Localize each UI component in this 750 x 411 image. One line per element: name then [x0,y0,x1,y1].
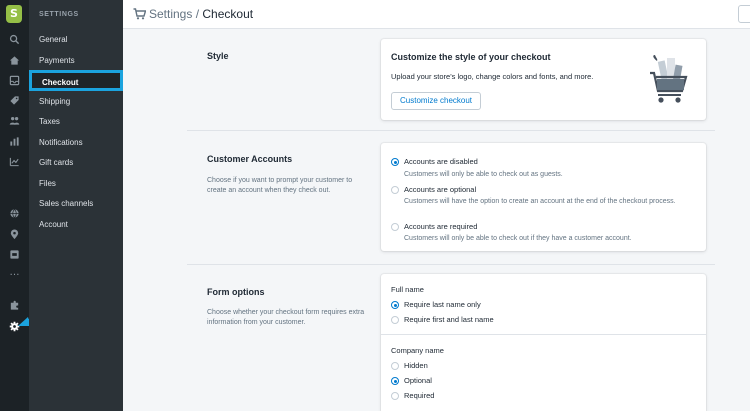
page-title: Checkout [202,7,254,21]
breadcrumb-settings-link[interactable]: Settings [149,7,192,21]
section-divider [187,264,715,265]
shopify-logo-icon[interactable] [6,5,22,23]
company-required-radio[interactable] [391,392,399,400]
accounts-required-help: Customers will only be able to check out… [404,235,632,242]
form-options-card: Full name Require last name only Require… [381,274,706,411]
form-options-description: Choose whether your checkout form requir… [207,309,365,326]
style-card-title: Customize the style of your checkout [391,52,551,62]
customer-accounts-card: Accounts are disabled Customers will onl… [381,143,706,251]
sidebar-item-general[interactable]: General [39,35,67,44]
company-name-label: Company name [391,346,444,355]
company-hidden-radio[interactable] [391,362,399,370]
style-section-title: Style [207,51,229,61]
company-hidden-label: Hidden [404,361,428,370]
app-icon-rail: … [0,0,29,411]
style-card: Customize the style of your checkout Upl… [381,39,706,120]
accounts-required-radio[interactable] [391,223,399,231]
full-name-label: Full name [391,285,424,294]
card-divider [381,334,706,335]
analytics-icon[interactable] [9,136,20,147]
top-bar: Settings / Checkout [123,0,750,29]
require-first-last-name-label: Require first and last name [404,315,494,324]
online-store-globe-icon[interactable] [9,208,20,219]
sidebar-item-payments[interactable]: Payments [39,56,75,65]
buy-button-icon[interactable] [9,249,20,260]
sidebar-item-checkout[interactable]: Checkout [29,70,123,91]
more-dots-icon[interactable]: … [9,267,20,278]
company-required-label: Required [404,391,435,400]
require-last-name-radio[interactable] [391,301,399,309]
company-optional-radio[interactable] [391,377,399,385]
store-icon [133,8,146,20]
search-icon[interactable] [9,34,20,45]
form-options-section-title: Form options [207,287,265,297]
customer-accounts-description: Choose if you want to prompt your custom… [207,177,353,194]
breadcrumb-separator: / [192,7,203,21]
sidebar-item-sales-channels[interactable]: Sales channels [39,199,93,208]
sidebar-item-account[interactable]: Account [39,220,68,229]
accounts-disabled-label: Accounts are disabled [404,157,478,166]
sidebar-item-files[interactable]: Files [39,179,56,188]
sidebar-item-shipping[interactable]: Shipping [39,97,70,106]
sidebar-item-notifications[interactable]: Notifications [39,138,83,147]
accounts-disabled-help: Customers will only be able to check out… [404,171,563,178]
accounts-optional-label: Accounts are optional [404,185,477,194]
accounts-optional-radio[interactable] [391,186,399,194]
breadcrumb: Settings / Checkout [149,7,253,21]
accounts-required-label: Accounts are required [404,222,478,231]
accounts-disabled-radio[interactable] [391,158,399,166]
customize-checkout-button[interactable]: Customize checkout [391,92,482,110]
shopping-cart-illustration-icon [650,55,688,103]
section-divider [187,130,715,131]
settings-sidebar: SETTINGS General Payments Checkout Shipp… [29,0,123,411]
accounts-optional-help: Customers will have the option to create… [404,198,676,205]
orders-icon[interactable] [9,75,20,86]
sidebar-item-gift-cards[interactable]: Gift cards [39,158,73,167]
marketing-icon[interactable] [9,156,20,167]
search-input[interactable] [738,5,750,23]
products-tag-icon[interactable] [9,95,20,106]
require-last-name-label: Require last name only [404,300,481,309]
point-of-sale-pin-icon[interactable] [9,229,20,240]
customers-icon[interactable] [9,115,20,126]
customer-accounts-section-title: Customer Accounts [207,154,293,164]
settings-heading: SETTINGS [39,11,79,18]
require-first-last-name-radio[interactable] [391,316,399,324]
home-icon[interactable] [9,55,20,66]
style-card-text: Upload your store's logo, change colors … [391,72,594,81]
company-optional-label: Optional [404,376,432,385]
sidebar-item-taxes[interactable]: Taxes [39,117,60,126]
